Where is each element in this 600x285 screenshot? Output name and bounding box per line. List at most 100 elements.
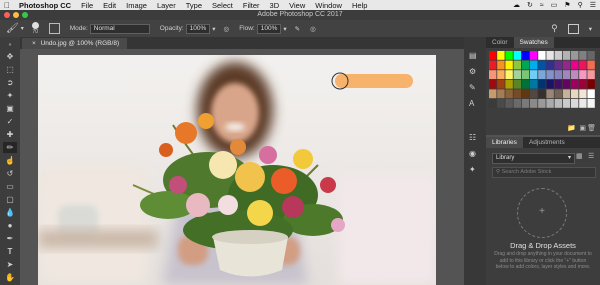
swatch[interactable] [554, 79, 562, 89]
swatch[interactable] [538, 60, 546, 70]
tab-swatches[interactable]: Swatches [513, 37, 554, 48]
mode-select[interactable]: Normal [89, 23, 150, 34]
swatch[interactable] [554, 60, 562, 70]
menu-file[interactable]: File [76, 1, 98, 10]
menu-3d[interactable]: 3D [265, 1, 285, 10]
eyedropper-tool-icon[interactable]: ✓ [3, 116, 17, 127]
brush-tool-button-icon[interactable]: ✏ [3, 142, 17, 153]
swatch[interactable] [546, 51, 554, 60]
swatch[interactable] [579, 60, 587, 70]
swatch[interactable] [546, 79, 554, 89]
swatch[interactable] [554, 89, 562, 99]
swatch[interactable] [521, 60, 530, 70]
character-panel-icon[interactable]: A [469, 99, 474, 108]
swatch[interactable] [562, 89, 571, 99]
swatch[interactable] [562, 51, 571, 60]
folder-icon[interactable]: 📁 [567, 124, 576, 132]
flow-input[interactable]: 100% [256, 23, 282, 34]
document-tab[interactable]: × Undo.jpg @ 100% (RGB/8) [22, 38, 128, 49]
swatch[interactable] [587, 79, 595, 89]
crop-tool-icon[interactable]: ▣ [3, 103, 17, 114]
swatch[interactable] [579, 89, 587, 99]
dodge-tool-icon[interactable]: ● [3, 220, 17, 231]
swatch[interactable] [513, 70, 521, 79]
lasso-tool-icon[interactable]: ➲ [3, 77, 17, 88]
close-tab-icon[interactable]: × [32, 40, 36, 47]
path-selection-tool-icon[interactable]: ➤ [3, 259, 17, 270]
swatch[interactable] [554, 70, 562, 79]
spotlight-icon[interactable]: ⚲ [578, 1, 583, 9]
swatch[interactable] [505, 60, 513, 70]
swatch[interactable] [587, 60, 595, 70]
clone-stamp-tool-icon[interactable]: ☝ [3, 155, 17, 166]
menu-app[interactable]: Photoshop CC [14, 1, 76, 10]
swatch[interactable] [521, 51, 530, 60]
swatch[interactable] [521, 89, 530, 99]
swatch[interactable] [538, 89, 546, 99]
pen-tool-icon[interactable]: ✒ [3, 233, 17, 244]
swatch[interactable] [497, 89, 505, 99]
swatch[interactable] [521, 99, 530, 108]
opacity-input[interactable]: 100% [185, 23, 211, 34]
marquee-tool-icon[interactable]: ⬚ [3, 64, 17, 75]
swatch[interactable] [546, 89, 554, 99]
swatch[interactable] [489, 99, 497, 108]
stock-search-input[interactable]: ⚲ Search Adobe Stock [492, 167, 596, 178]
swatch[interactable] [530, 79, 538, 89]
swatch[interactable] [571, 99, 579, 108]
swatch[interactable] [497, 70, 505, 79]
swatch[interactable] [538, 99, 546, 108]
brush-preview-icon[interactable]: 70 [31, 22, 39, 35]
swatch[interactable] [521, 79, 530, 89]
swatch[interactable] [579, 51, 587, 60]
swatch[interactable] [497, 60, 505, 70]
swatch[interactable] [530, 89, 538, 99]
swatch-grid[interactable] [489, 51, 597, 121]
swatch[interactable] [513, 51, 521, 60]
brush-panel-icon[interactable] [48, 23, 60, 34]
menu-image[interactable]: Image [121, 1, 152, 10]
blur-tool-icon[interactable]: 💧 [3, 207, 17, 218]
pressure-size-icon[interactable]: ◎ [310, 25, 316, 33]
swatch[interactable] [571, 79, 579, 89]
eraser-tool-icon[interactable]: ▭ [3, 181, 17, 192]
add-icon[interactable]: ▣ [579, 124, 586, 132]
menu-type[interactable]: Type [181, 1, 207, 10]
wifi-icon[interactable]: ≈ [540, 2, 544, 9]
flag-icon[interactable]: ⚑ [564, 1, 570, 9]
delete-icon[interactable]: 🗑 [587, 124, 596, 132]
swatch[interactable] [562, 60, 571, 70]
menu-view[interactable]: View [284, 1, 310, 10]
tab-libraries[interactable]: Libraries [486, 137, 523, 148]
quick-select-tool-icon[interactable]: ✦ [3, 90, 17, 101]
drop-zone-circle[interactable]: + [517, 188, 567, 238]
layers-panel-icon[interactable]: ☷ [469, 133, 476, 142]
channels-panel-icon[interactable]: ◉ [469, 149, 476, 158]
swatch[interactable] [571, 70, 579, 79]
brush-tool-icon[interactable]: 🖌 [6, 23, 19, 34]
toolbar-collapse-icon[interactable]: » [3, 39, 17, 50]
list-view-icon[interactable]: ☰ [588, 152, 594, 160]
search-icon[interactable]: ⚲ [551, 23, 558, 34]
sync-icon[interactable]: ↻ [527, 1, 533, 9]
grid-view-icon[interactable]: ▦ [576, 152, 583, 160]
library-select[interactable]: Library ▾ [492, 153, 575, 164]
swatch[interactable] [571, 60, 579, 70]
swatch[interactable] [489, 70, 497, 79]
properties-panel-icon[interactable]: ⚙ [469, 67, 476, 76]
swatch[interactable] [489, 51, 497, 60]
swatch[interactable] [587, 70, 595, 79]
gradient-tool-icon[interactable]: ▢ [3, 194, 17, 205]
flow-dropdown-icon[interactable]: ▾ [283, 25, 286, 33]
swatch[interactable] [554, 51, 562, 60]
creative-cloud-icon[interactable]: ☁ [513, 1, 520, 9]
swatch[interactable] [489, 79, 497, 89]
swatch[interactable] [497, 51, 505, 60]
swatch[interactable] [513, 89, 521, 99]
swatch[interactable] [513, 99, 521, 108]
swatch[interactable] [505, 79, 513, 89]
menu-window[interactable]: Window [310, 1, 347, 10]
swatch[interactable] [530, 70, 538, 79]
swatch[interactable] [505, 89, 513, 99]
history-panel-icon[interactable]: ▤ [469, 51, 477, 60]
